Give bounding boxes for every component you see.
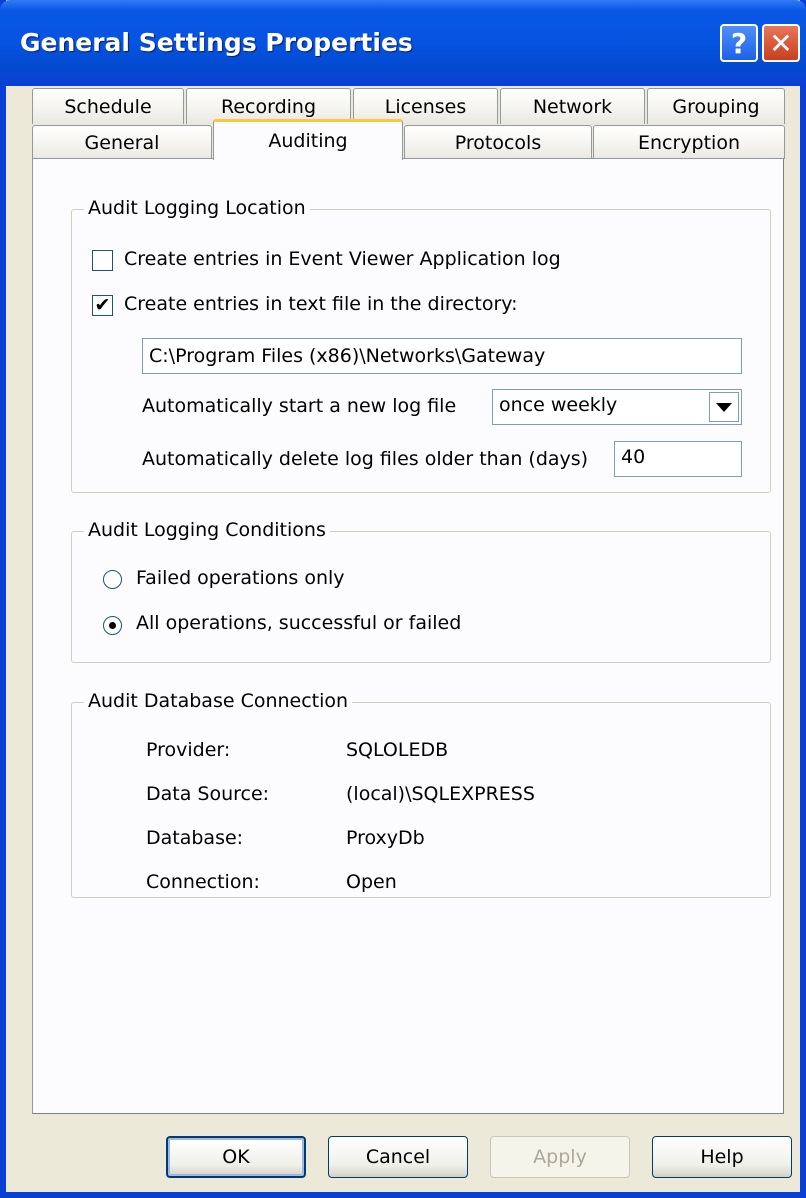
group-legend: Audit Logging Location: [84, 197, 310, 219]
all-operations-label: All operations, successful or failed: [136, 612, 462, 634]
group-legend: Audit Database Connection: [84, 690, 353, 712]
help-button[interactable]: Help: [652, 1136, 792, 1178]
provider-label: Provider:: [146, 739, 231, 761]
data-source-label: Data Source:: [146, 783, 270, 805]
tab-protocols[interactable]: Protocols: [404, 125, 592, 159]
ok-button[interactable]: OK: [166, 1136, 306, 1178]
event-viewer-checkbox[interactable]: [92, 250, 113, 271]
database-value: ProxyDb: [346, 827, 425, 849]
radio-selected-dot: [109, 622, 116, 629]
title-bar[interactable]: General Settings Properties ? ✕: [0, 0, 806, 86]
connection-value: Open: [346, 871, 397, 893]
event-viewer-label: Create entries in Event Viewer Applicati…: [124, 248, 561, 270]
tab-grouping[interactable]: Grouping: [647, 88, 785, 124]
audit-logging-location-group: Audit Logging Location Create entries in…: [71, 197, 771, 493]
database-label: Database:: [146, 827, 244, 849]
close-title-button[interactable]: ✕: [762, 24, 800, 62]
cancel-button[interactable]: Cancel: [328, 1136, 468, 1178]
apply-button[interactable]: Apply: [490, 1136, 630, 1178]
help-title-button[interactable]: ?: [720, 24, 758, 62]
all-operations-radio[interactable]: [103, 616, 122, 635]
audit-database-connection-group: Audit Database Connection Provider: SQLO…: [71, 690, 771, 898]
audit-logging-conditions-group: Audit Logging Conditions Failed operatio…: [71, 519, 771, 663]
question-mark-icon: ?: [730, 26, 748, 60]
checkmark-icon: ✔: [94, 294, 111, 316]
tab-encryption[interactable]: Encryption: [593, 125, 785, 159]
connection-label: Connection:: [146, 871, 260, 893]
tab-general[interactable]: General: [32, 125, 212, 159]
close-icon: ✕: [769, 26, 793, 60]
chevron-down-icon[interactable]: [709, 392, 739, 422]
failed-only-label: Failed operations only: [136, 567, 345, 589]
delete-days-input[interactable]: 40: [614, 441, 742, 477]
delete-log-files-label: Automatically delete log files older tha…: [142, 448, 589, 470]
tab-schedule[interactable]: Schedule: [32, 88, 184, 124]
new-log-frequency-select[interactable]: once weekly: [492, 389, 742, 425]
text-file-checkbox[interactable]: ✔: [92, 295, 113, 316]
tab-network[interactable]: Network: [500, 88, 645, 124]
text-file-label: Create entries in text file in the direc…: [124, 293, 518, 315]
tab-auditing[interactable]: Auditing: [213, 119, 403, 160]
auditing-tab-panel: Audit Logging Location Create entries in…: [32, 158, 784, 1114]
group-legend: Audit Logging Conditions: [84, 519, 330, 541]
new-log-file-label: Automatically start a new log file: [142, 395, 457, 417]
log-directory-input[interactable]: C:\Program Files (x86)\Networks\Gateway: [142, 338, 742, 374]
properties-dialog: General Settings Properties ? ✕ Schedule…: [0, 0, 806, 1198]
provider-value: SQLOLEDB: [346, 739, 449, 761]
failed-only-radio[interactable]: [103, 570, 122, 589]
window-title: General Settings Properties: [20, 28, 413, 57]
data-source-value: (local)\SQLEXPRESS: [346, 783, 535, 805]
